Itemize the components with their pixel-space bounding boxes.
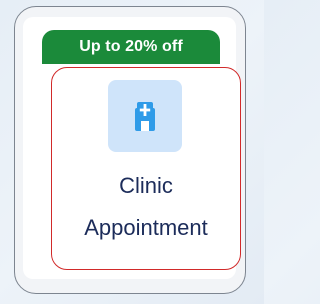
clinic-building-icon [135,102,155,131]
service-title-line1: Clinic [119,173,173,198]
clinic-icon-tile [108,80,182,152]
service-title-line2: Appointment [84,215,208,240]
offer-badge-text: Up to 20% off [79,38,183,55]
offer-badge: Up to 20% off [42,30,220,64]
